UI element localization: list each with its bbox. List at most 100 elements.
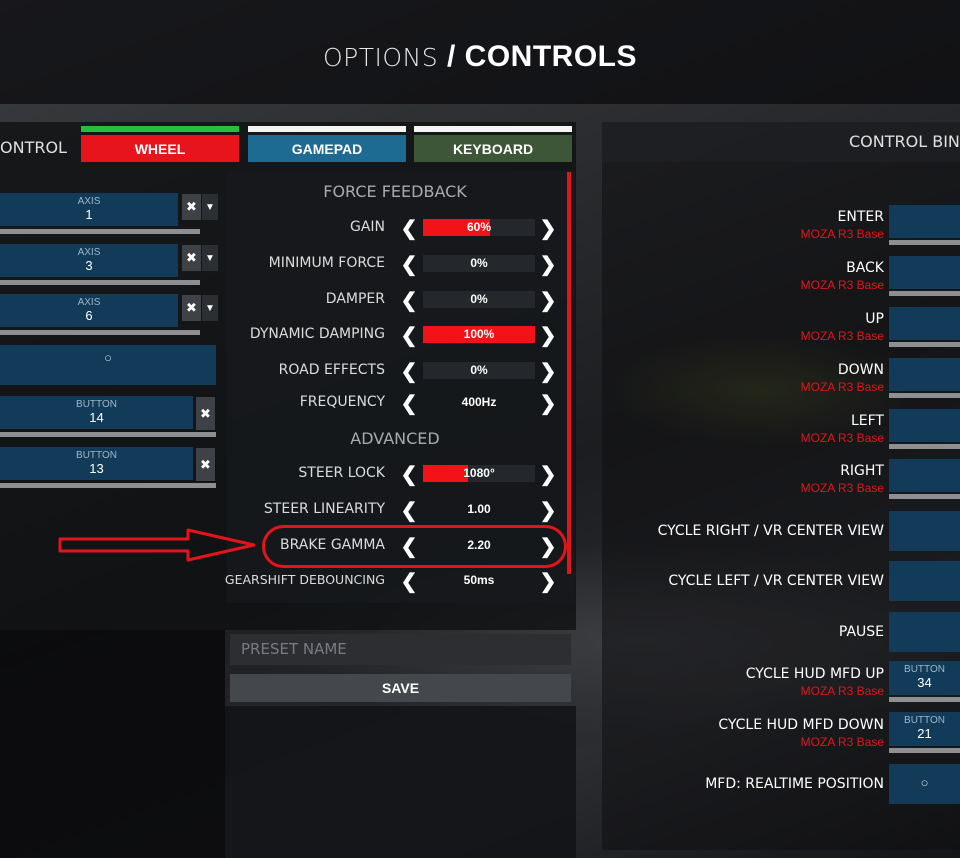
bind-value: 21 xyxy=(917,726,932,741)
left-bind-row: AXIS 1 ✖ ▼ xyxy=(0,193,220,237)
setting-label: STEER LOCK xyxy=(298,465,385,481)
clear-bind-icon[interactable]: ✖ xyxy=(182,295,201,321)
bind-underline xyxy=(889,444,960,449)
bind-name: CYCLE HUD MFD DOWN xyxy=(718,717,884,733)
bind-name: LEFT xyxy=(850,413,884,429)
tab-gamepad[interactable]: GAMEPAD xyxy=(248,126,406,162)
left-bind-row: BUTTON 14 ✖ xyxy=(0,396,220,440)
chevron-down-icon[interactable]: ▼ xyxy=(202,245,218,271)
scrollbar[interactable] xyxy=(567,172,571,574)
bind-box[interactable]: ○ xyxy=(889,764,960,804)
bind-device: MOZA R3 Base xyxy=(800,735,884,749)
tab-gamepad-indicator xyxy=(248,126,406,132)
bind-device: MOZA R3 Base xyxy=(800,431,884,445)
preset-list-panel xyxy=(225,706,576,858)
chevron-left-icon[interactable]: ❮ xyxy=(400,391,418,415)
tab-wheel[interactable]: WHEEL xyxy=(81,126,239,162)
chevron-left-icon[interactable]: ❮ xyxy=(400,216,418,240)
bind-box[interactable] xyxy=(889,256,960,289)
page-title: OPTIONS / CONTROLS xyxy=(0,40,960,74)
clear-bind-icon[interactable]: ✖ xyxy=(196,448,215,481)
bind-box[interactable] xyxy=(889,205,960,238)
bind-type: AXIS xyxy=(77,196,101,207)
section-force-feedback: FORCE FEEDBACK xyxy=(323,182,467,201)
chevron-left-icon[interactable]: ❮ xyxy=(400,462,418,486)
arrow-annotation-icon xyxy=(58,528,256,562)
bind-box[interactable] xyxy=(889,307,960,340)
bottom-left-panel xyxy=(0,630,225,858)
setting-label: DAMPER xyxy=(325,291,385,307)
left-bind-box[interactable]: ○ xyxy=(0,345,216,385)
chevron-left-icon[interactable]: ❮ xyxy=(400,252,418,276)
setting-value: 0% xyxy=(470,256,488,270)
left-bind-row: AXIS 3 ✖ ▼ xyxy=(0,244,220,288)
bind-box[interactable]: BUTTON 34 xyxy=(889,661,960,695)
section-advanced: ADVANCED xyxy=(350,429,440,448)
bind-underline xyxy=(0,280,200,285)
bind-box[interactable]: BUTTON 21 xyxy=(889,712,960,746)
clear-bind-icon[interactable]: ✖ xyxy=(182,194,201,220)
chevron-right-icon[interactable]: ❯ xyxy=(539,391,557,415)
bind-name: RIGHT xyxy=(840,463,884,479)
setting-label: STEER LINEARITY xyxy=(263,501,385,517)
bind-underline xyxy=(0,330,200,335)
title-slash: / xyxy=(446,40,456,73)
chevron-left-icon[interactable]: ❮ xyxy=(400,569,418,593)
bind-box[interactable] xyxy=(889,459,960,492)
bind-underline xyxy=(0,483,216,488)
chevron-right-icon[interactable]: ❯ xyxy=(539,498,557,522)
bind-box[interactable] xyxy=(889,612,960,652)
bind-row-back: BACK MOZA R3 Base xyxy=(602,256,960,308)
bind-device: MOZA R3 Base xyxy=(800,684,884,698)
tab-wheel-indicator xyxy=(81,126,239,132)
chevron-right-icon[interactable]: ❯ xyxy=(539,569,557,593)
bind-row-enter: ENTER MOZA R3 Base xyxy=(602,205,960,257)
chevron-right-icon[interactable]: ❯ xyxy=(539,216,557,240)
bind-row-cycle-hud-up: CYCLE HUD MFD UP MOZA R3 Base BUTTON 34 xyxy=(602,661,960,714)
left-bind-box[interactable]: AXIS 1 xyxy=(0,193,178,226)
bind-underline xyxy=(889,291,960,296)
tab-keyboard[interactable]: KEYBOARD xyxy=(414,126,572,162)
bind-box[interactable] xyxy=(889,409,960,442)
chevron-right-icon[interactable]: ❯ xyxy=(539,359,557,383)
tab-keyboard-label: KEYBOARD xyxy=(414,135,572,162)
chevron-left-icon[interactable]: ❮ xyxy=(400,498,418,522)
bind-row-right: RIGHT MOZA R3 Base xyxy=(602,459,960,511)
clear-bind-icon[interactable]: ✖ xyxy=(196,397,215,430)
title-controls: CONTROLS xyxy=(464,40,637,73)
setting-label: MINIMUM FORCE xyxy=(268,255,385,271)
setting-label: GAIN xyxy=(349,219,385,235)
chevron-down-icon[interactable]: ▼ xyxy=(202,295,218,321)
bind-underline xyxy=(889,240,960,245)
bind-row-up: UP MOZA R3 Base xyxy=(602,307,960,359)
chevron-left-icon[interactable]: ❮ xyxy=(400,323,418,347)
setting-value: 0% xyxy=(470,292,488,306)
save-button[interactable]: SAVE xyxy=(230,674,571,702)
chevron-right-icon[interactable]: ❯ xyxy=(539,252,557,276)
chevron-right-icon[interactable]: ❯ xyxy=(539,288,557,312)
clear-bind-icon[interactable]: ✖ xyxy=(182,245,201,271)
bind-row-down: DOWN MOZA R3 Base xyxy=(602,358,960,410)
chevron-right-icon[interactable]: ❯ xyxy=(539,462,557,486)
bind-box[interactable] xyxy=(889,511,960,551)
chevron-left-icon[interactable]: ❮ xyxy=(400,288,418,312)
bind-underline xyxy=(889,393,960,398)
setting-value: 1.00 xyxy=(467,502,491,516)
chevron-right-icon[interactable]: ❯ xyxy=(539,323,557,347)
setting-value: 50ms xyxy=(463,573,495,587)
setting-steer-lock: STEER LOCK ❮ 1080° ❯ xyxy=(230,462,565,486)
bind-box[interactable] xyxy=(889,358,960,391)
left-bind-box[interactable]: AXIS 6 xyxy=(0,294,178,327)
bind-device: MOZA R3 Base xyxy=(800,278,884,292)
preset-name-input[interactable]: PRESET NAME xyxy=(230,634,571,665)
bind-name: MFD: REALTIME POSITION xyxy=(705,776,884,792)
setting-value: 1080° xyxy=(463,466,495,480)
bind-box[interactable] xyxy=(889,561,960,601)
chevron-down-icon[interactable]: ▼ xyxy=(202,194,218,220)
setting-value: 0% xyxy=(470,363,488,377)
title-options: OPTIONS xyxy=(322,43,439,72)
left-bind-box[interactable]: AXIS 3 xyxy=(0,244,178,277)
left-bind-box[interactable]: BUTTON 13 xyxy=(0,447,193,480)
chevron-left-icon[interactable]: ❮ xyxy=(400,359,418,383)
left-bind-box[interactable]: BUTTON 14 xyxy=(0,396,193,429)
